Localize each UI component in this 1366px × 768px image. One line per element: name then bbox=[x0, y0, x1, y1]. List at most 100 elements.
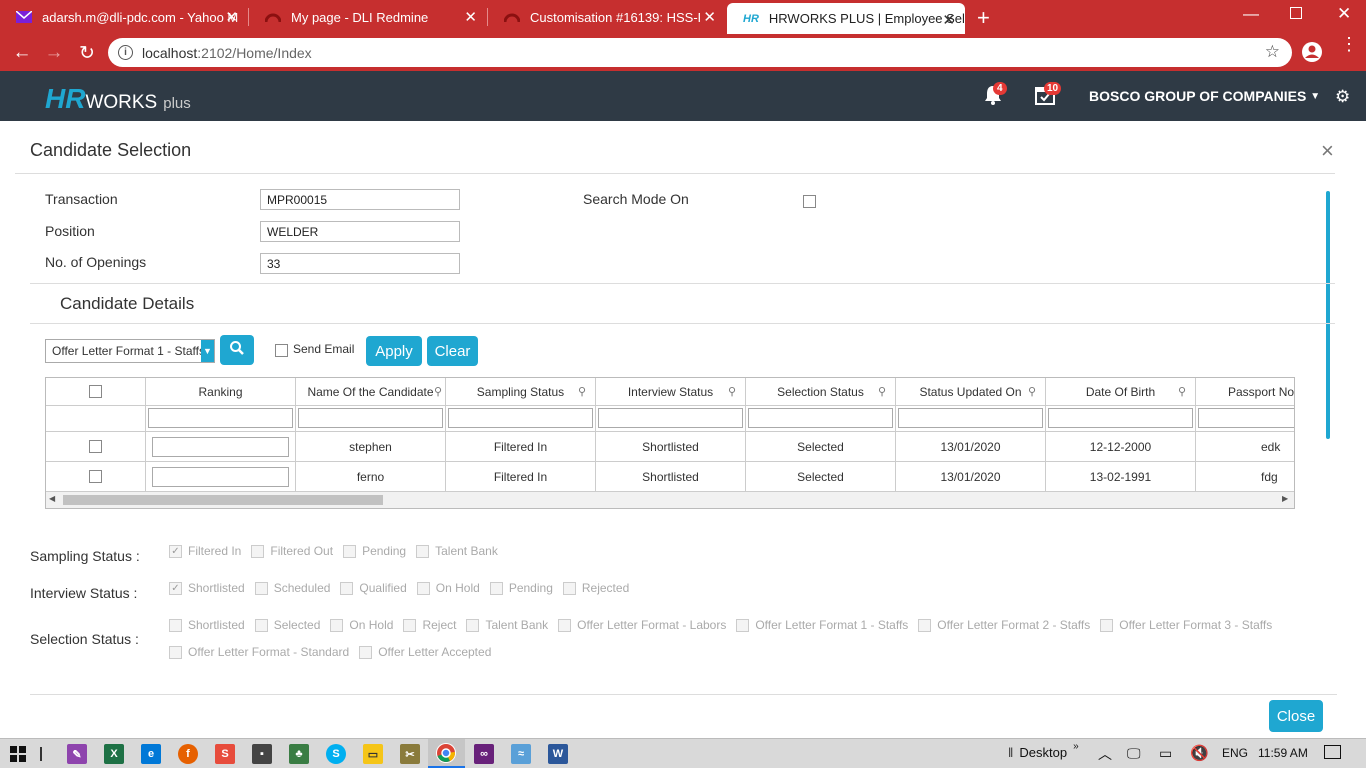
sampling-status-option[interactable]: Talent Bank bbox=[416, 544, 498, 558]
info-icon[interactable]: i bbox=[118, 45, 133, 60]
checkbox-icon[interactable] bbox=[416, 544, 430, 558]
volume-muted-icon[interactable]: 🔇 bbox=[1190, 744, 1209, 762]
selection-status-option[interactable]: Talent Bank bbox=[466, 618, 548, 632]
close-dialog-button[interactable]: Close bbox=[1269, 700, 1323, 732]
bookmark-star-icon[interactable]: ☆ bbox=[1265, 42, 1280, 62]
tasks-calendar-icon[interactable]: 10 bbox=[1034, 82, 1062, 109]
checkbox-icon[interactable] bbox=[736, 618, 750, 632]
firefox-browser-icon[interactable]: f bbox=[178, 744, 198, 764]
browser-menu-icon[interactable]: ⋮ bbox=[1340, 35, 1358, 53]
ranking-input[interactable] bbox=[152, 436, 289, 457]
checkbox-icon[interactable] bbox=[403, 618, 417, 632]
close-tab-icon[interactable]: ✕ bbox=[703, 8, 716, 26]
chevron-down-icon[interactable]: ▼ bbox=[201, 340, 214, 362]
tab-redmine-customisation[interactable]: Customisation #16139: HSS-RMN ✕ bbox=[488, 0, 726, 34]
profile-avatar-icon[interactable] bbox=[1302, 42, 1322, 62]
filter-input-name[interactable] bbox=[298, 408, 443, 428]
scroll-left-icon[interactable]: ◀ bbox=[49, 494, 55, 503]
action-center-icon[interactable] bbox=[1324, 745, 1341, 759]
filter-input-interview[interactable] bbox=[598, 408, 743, 428]
file-explorer-icon[interactable]: ▭ bbox=[363, 744, 383, 764]
company-dropdown[interactable]: BOSCO GROUP OF COMPANIES ▼ bbox=[1089, 88, 1320, 104]
checkbox-icon[interactable] bbox=[558, 618, 572, 632]
tab-yahoo-mail[interactable]: adarsh.m@dli-pdc.com - Yahoo M ✕ bbox=[0, 0, 248, 34]
checkbox-icon[interactable] bbox=[1100, 618, 1114, 632]
chrome-taskbar-active[interactable] bbox=[428, 739, 465, 768]
checkbox-icon[interactable] bbox=[466, 618, 480, 632]
ranking-input[interactable] bbox=[152, 466, 289, 487]
checkbox-icon[interactable] bbox=[359, 645, 373, 659]
checkbox-icon[interactable] bbox=[251, 544, 265, 558]
selection-status-option[interactable]: Shortlisted bbox=[169, 618, 245, 632]
checkbox-icon[interactable] bbox=[169, 645, 182, 659]
sampling-status-option[interactable]: Pending bbox=[343, 544, 406, 558]
filter-input-updated[interactable] bbox=[898, 408, 1043, 428]
checkbox-icon[interactable] bbox=[169, 618, 182, 632]
filter-input-selection[interactable] bbox=[748, 408, 893, 428]
terminal-app-icon[interactable]: ▪ bbox=[252, 744, 272, 764]
close-tab-icon[interactable]: ✕ bbox=[942, 11, 955, 29]
minimize-window-icon[interactable]: — bbox=[1243, 6, 1259, 24]
checkbox-icon[interactable] bbox=[254, 581, 268, 595]
selection-status-option[interactable]: Selected bbox=[254, 618, 320, 632]
openings-field[interactable]: 33 bbox=[260, 253, 460, 274]
skype-app-icon[interactable]: S bbox=[326, 744, 346, 764]
sampling-status-option[interactable]: Filtered Out bbox=[251, 544, 333, 558]
paint-app-icon[interactable]: ✎ bbox=[67, 744, 87, 764]
clear-button[interactable]: Clear bbox=[427, 336, 478, 366]
checkbox-icon[interactable] bbox=[918, 618, 932, 632]
position-field[interactable]: WELDER bbox=[260, 221, 460, 242]
selection-status-option[interactable]: Offer Letter Format 1 - Staffs bbox=[736, 618, 908, 632]
task-view-icon[interactable] bbox=[40, 747, 42, 761]
new-tab-button[interactable]: + bbox=[977, 5, 990, 31]
selection-status-option[interactable]: Offer Letter Accepted bbox=[359, 645, 491, 659]
filter-pin-icon[interactable]: ⚲ bbox=[728, 385, 736, 398]
close-tab-icon[interactable]: ✕ bbox=[225, 8, 238, 26]
windows-start-icon[interactable] bbox=[10, 746, 26, 765]
sublime-text-icon[interactable]: S bbox=[215, 744, 235, 764]
notifications-bell-icon[interactable]: 4 bbox=[982, 82, 1007, 109]
close-tab-icon[interactable]: ✕ bbox=[464, 8, 477, 26]
checkbox-icon[interactable] bbox=[562, 581, 576, 595]
selection-status-option[interactable]: On Hold bbox=[330, 618, 393, 632]
checkbox-icon[interactable] bbox=[489, 581, 503, 595]
filter-input-passport[interactable] bbox=[1198, 408, 1294, 428]
column-header-name[interactable]: Name Of the Candidate bbox=[296, 378, 446, 406]
interview-status-option[interactable]: On Hold bbox=[416, 581, 480, 595]
chevron-up-icon[interactable]: ︿ bbox=[1098, 744, 1112, 764]
filter-pin-icon[interactable]: ⚲ bbox=[434, 385, 442, 398]
offer-letter-select[interactable]: Offer Letter Format 1 - Staffs ▼ bbox=[45, 339, 215, 363]
forward-arrow-icon[interactable]: → bbox=[42, 41, 66, 65]
search-button[interactable] bbox=[220, 335, 254, 365]
network-icon[interactable]: ▭ bbox=[1159, 745, 1172, 762]
transaction-field[interactable]: MPR00015 bbox=[260, 189, 460, 210]
checkbox-icon[interactable] bbox=[330, 618, 344, 632]
restore-window-icon[interactable] bbox=[1290, 7, 1302, 19]
filter-pin-icon[interactable]: ⚲ bbox=[578, 385, 586, 398]
checkbox-icon[interactable] bbox=[343, 544, 357, 558]
selection-status-option[interactable]: Offer Letter Format 2 - Staffs bbox=[918, 618, 1090, 632]
address-bar[interactable]: i localhost:2102/Home/Index ☆ bbox=[108, 38, 1292, 67]
sampling-status-option[interactable]: ✓ Filtered In bbox=[169, 544, 241, 558]
filter-input-ranking[interactable] bbox=[148, 408, 293, 428]
network-tool-icon[interactable]: ♣ bbox=[289, 744, 309, 764]
horizontal-scrollbar[interactable]: ◀ ▶ bbox=[46, 492, 1294, 508]
selection-status-option[interactable]: Reject bbox=[403, 618, 456, 632]
interview-status-option[interactable]: Rejected bbox=[562, 581, 629, 595]
interview-status-option[interactable]: Scheduled bbox=[254, 581, 330, 595]
scrollbar-thumb[interactable] bbox=[63, 495, 383, 505]
clock[interactable]: 11:59 AM bbox=[1258, 746, 1308, 760]
column-header-passport[interactable]: Passport No. bbox=[1196, 378, 1294, 406]
checked-checkbox-icon[interactable]: ✓ bbox=[169, 581, 182, 595]
column-header-interview[interactable]: Interview Status bbox=[596, 378, 746, 406]
word-app-icon[interactable]: W bbox=[548, 744, 568, 764]
dialog-scrollbar-thumb[interactable] bbox=[1326, 191, 1330, 439]
app-logo[interactable]: HR WORKS plus bbox=[45, 83, 191, 115]
edge-browser-icon[interactable]: e bbox=[141, 744, 161, 764]
language-indicator[interactable]: ENG bbox=[1222, 746, 1248, 760]
column-header-updated[interactable]: Status Updated On bbox=[896, 378, 1046, 406]
filter-input-sampling[interactable] bbox=[448, 408, 593, 428]
tab-redmine-mypage[interactable]: My page - DLI Redmine ✕ bbox=[249, 0, 487, 34]
visual-studio-icon[interactable]: ∞ bbox=[474, 744, 494, 764]
settings-gears-icon[interactable]: ⚙ bbox=[1335, 87, 1350, 107]
